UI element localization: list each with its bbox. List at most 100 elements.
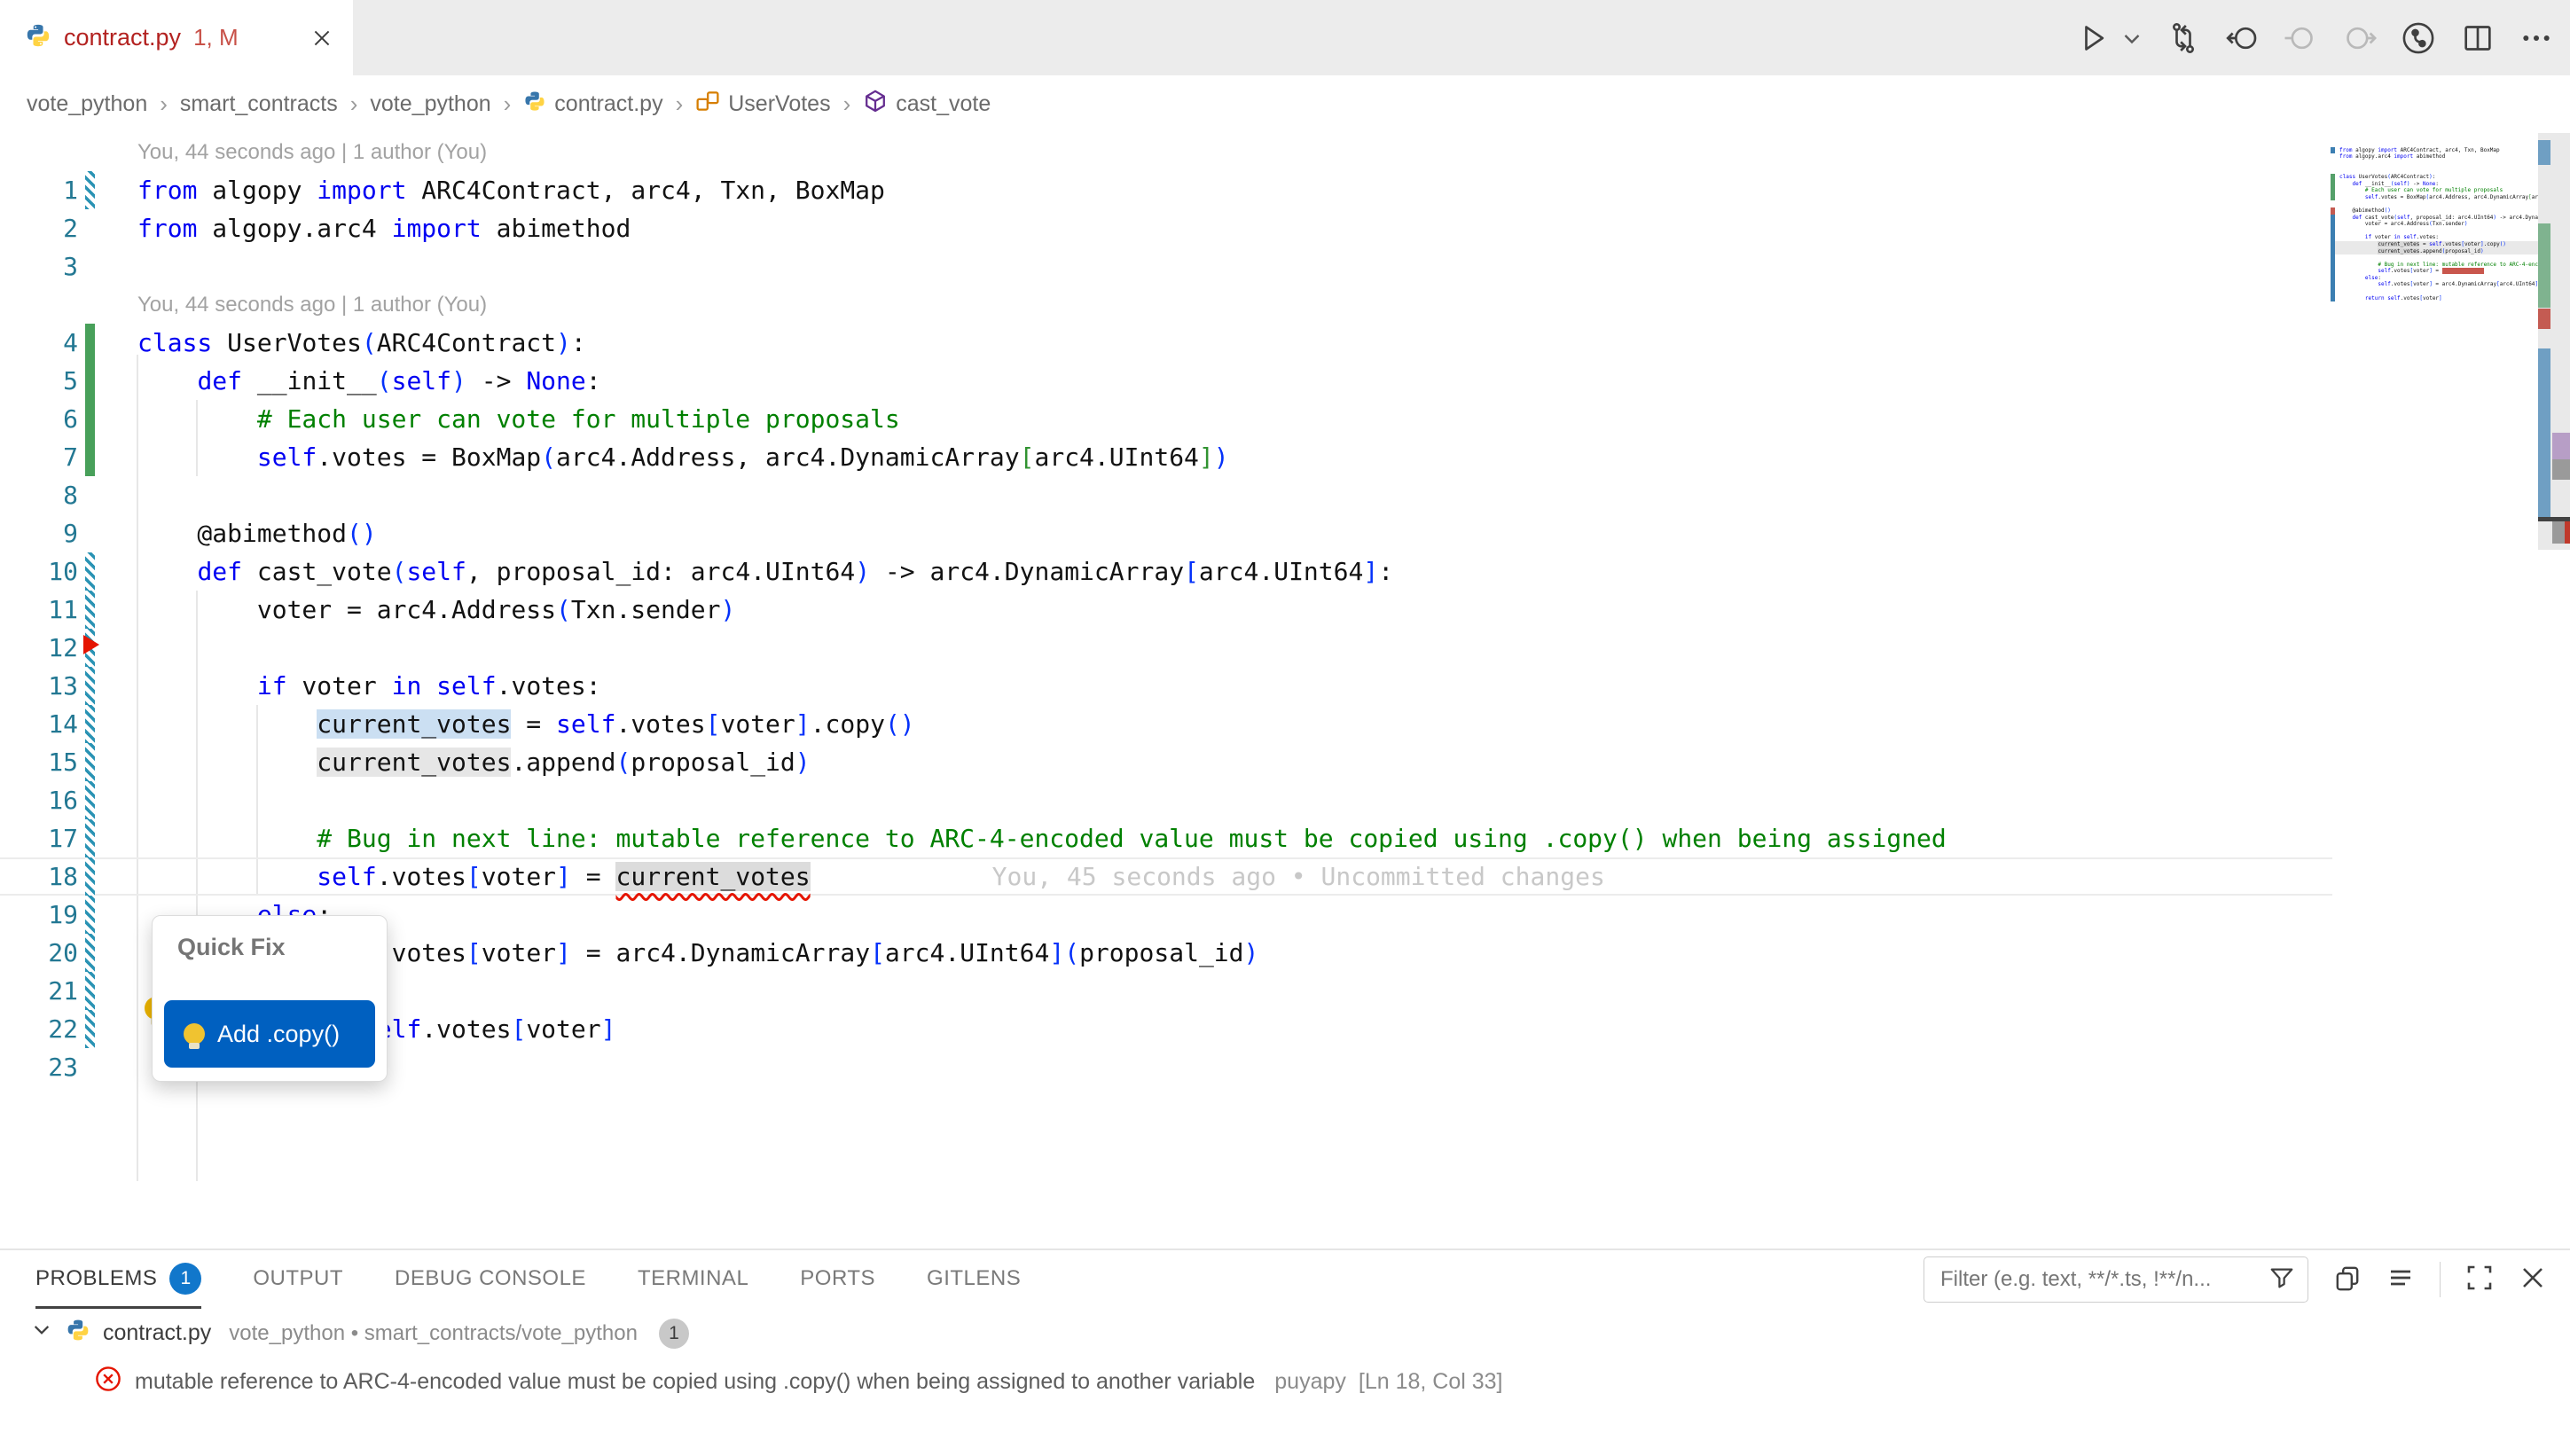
problems-filter-input[interactable]: Filter (e.g. text, **/*.ts, !**/n... <box>1924 1256 2308 1303</box>
line-number[interactable]: 18 <box>0 857 78 896</box>
line-number[interactable]: 17 <box>0 819 78 857</box>
line-number[interactable]: 21 <box>0 972 78 1010</box>
view-as-table-icon[interactable] <box>2333 1264 2362 1296</box>
code-line[interactable]: 17 # Bug in next line: mutable reference… <box>0 819 2332 857</box>
code-line[interactable]: def cast_vote(self, proposal_id: arc4.UI… <box>2331 215 2538 222</box>
code-line[interactable]: 12 <box>0 629 2332 667</box>
code-line[interactable]: 7 self.votes = BoxMap(arc4.Address, arc4… <box>0 438 2332 476</box>
line-number[interactable]: 6 <box>0 400 78 438</box>
line-number[interactable]: 23 <box>0 1048 78 1086</box>
minimap[interactable]: from algopy import ARC4Contract, arc4, T… <box>2331 140 2538 310</box>
line-number[interactable]: 13 <box>0 667 78 705</box>
code-line[interactable]: 3 <box>0 247 2332 286</box>
breadcrumb-folder[interactable]: vote_python <box>27 91 147 117</box>
code-line[interactable]: def __init__(self) -> None: <box>2331 181 2538 188</box>
code-line[interactable]: self.votes[voter] = current_votes <box>2331 268 2538 275</box>
maximize-panel-icon[interactable] <box>2465 1264 2494 1296</box>
code-line[interactable] <box>2331 160 2538 168</box>
code-line[interactable]: if voter in self.votes: <box>2331 234 2538 241</box>
tab-output[interactable]: OUTPUT <box>253 1250 343 1309</box>
code-line[interactable] <box>2331 200 2538 207</box>
code-line[interactable]: current_votes.append(proposal_id) <box>2331 248 2538 255</box>
code-line[interactable] <box>2331 254 2538 262</box>
compare-changes-icon[interactable] <box>2166 20 2201 56</box>
code-line[interactable]: 2from algopy.arc4 import abimethod <box>0 209 2332 247</box>
code-line[interactable]: 15 current_votes.append(proposal_id) <box>0 743 2332 781</box>
code-line[interactable]: 10 def cast_vote(self, proposal_id: arc4… <box>0 552 2332 591</box>
code-line[interactable]: current_votes = self.votes[voter].copy() <box>2331 241 2538 248</box>
breadcrumb-file[interactable]: contract.py <box>523 90 662 119</box>
quick-fix-action-add-copy[interactable]: Add .copy() <box>164 1000 375 1068</box>
next-change-icon[interactable] <box>2341 20 2377 56</box>
funnel-icon[interactable] <box>2268 1264 2295 1296</box>
line-number[interactable]: 4 <box>0 324 78 362</box>
code-line[interactable]: return self.votes[voter] <box>2331 295 2538 302</box>
code-line[interactable]: class UserVotes(ARC4Contract): <box>2331 174 2538 181</box>
code-line[interactable]: 18 self.votes[voter] = current_votesYou,… <box>0 857 2332 896</box>
line-number[interactable]: 5 <box>0 362 78 400</box>
code-line[interactable] <box>2331 288 2538 295</box>
tab-debug-console[interactable]: DEBUG CONSOLE <box>395 1250 586 1309</box>
code-editor[interactable]: You, 44 seconds ago | 1 author (You)1fro… <box>0 133 2570 1249</box>
code-line[interactable]: 13 if voter in self.votes: <box>0 667 2332 705</box>
code-line[interactable]: 4class UserVotes(ARC4Contract): <box>0 324 2332 362</box>
close-tab-icon[interactable] <box>310 27 333 50</box>
code-line[interactable] <box>2331 301 2538 309</box>
line-number[interactable]: 20 <box>0 934 78 972</box>
tab-ports[interactable]: PORTS <box>800 1250 875 1309</box>
problems-error-row[interactable]: mutable reference to ARC-4-encoded value… <box>0 1358 2570 1406</box>
breadcrumb-method[interactable]: cast_vote <box>863 89 991 120</box>
line-number[interactable] <box>0 133 78 171</box>
line-number[interactable]: 19 <box>0 896 78 934</box>
code-line[interactable]: # Each user can vote for multiple propos… <box>2331 187 2538 194</box>
more-actions-icon[interactable] <box>2519 20 2554 56</box>
line-number[interactable]: 9 <box>0 514 78 552</box>
breadcrumb-class[interactable]: UserVotes <box>695 89 830 120</box>
line-number[interactable]: 7 <box>0 438 78 476</box>
view-as-list-icon[interactable] <box>2386 1264 2415 1296</box>
tab-contract-py[interactable]: contract.py 1, M <box>0 0 353 75</box>
code-line[interactable] <box>2331 228 2538 235</box>
code-line[interactable]: 14 current_votes = self.votes[voter].cop… <box>0 705 2332 743</box>
code-line[interactable]: voter = arc4.Address(Txn.sender) <box>2331 221 2538 228</box>
tab-gitlens[interactable]: GITLENS <box>927 1250 1021 1309</box>
code-line[interactable]: 11 voter = arc4.Address(Txn.sender) <box>0 591 2332 629</box>
code-line[interactable]: 1from algopy import ARC4Contract, arc4, … <box>0 171 2332 209</box>
split-editor-icon[interactable] <box>2460 20 2496 56</box>
tab-terminal[interactable]: TERMINAL <box>638 1250 748 1309</box>
line-number[interactable]: 15 <box>0 743 78 781</box>
code-line[interactable]: 16 <box>0 781 2332 819</box>
code-line[interactable]: from algopy import ARC4Contract, arc4, T… <box>2331 147 2538 154</box>
line-number[interactable]: 14 <box>0 705 78 743</box>
code-line[interactable]: from algopy.arc4 import abimethod <box>2331 153 2538 160</box>
run-dropdown-icon[interactable] <box>2121 27 2143 49</box>
line-number[interactable]: 16 <box>0 781 78 819</box>
code-line[interactable]: else: <box>2331 275 2538 282</box>
chevron-down-icon[interactable] <box>30 1319 53 1348</box>
code-line[interactable]: 9 @abimethod() <box>0 514 2332 552</box>
breadcrumb-folder[interactable]: smart_contracts <box>180 91 338 117</box>
code-line[interactable]: 8 <box>0 476 2332 514</box>
line-number[interactable]: 3 <box>0 247 78 286</box>
previous-change-icon[interactable] <box>2283 20 2318 56</box>
open-changes-with-previous-icon[interactable] <box>2224 20 2260 56</box>
line-number[interactable]: 22 <box>0 1010 78 1048</box>
code-line[interactable]: self.votes[voter] = arc4.DynamicArray[ar… <box>2331 281 2538 288</box>
code-line[interactable]: 5 def __init__(self) -> None: <box>0 362 2332 400</box>
problems-file-row[interactable]: contract.py vote_python • smart_contract… <box>0 1309 2570 1358</box>
line-number[interactable]: 8 <box>0 476 78 514</box>
line-number[interactable]: 10 <box>0 552 78 591</box>
breadcrumb-folder[interactable]: vote_python <box>370 91 490 117</box>
overview-ruler-scrollbar[interactable] <box>2538 133 2570 550</box>
line-number[interactable]: 12 <box>0 629 78 667</box>
line-number[interactable] <box>0 286 78 324</box>
close-panel-icon[interactable] <box>2519 1264 2547 1296</box>
code-line[interactable]: self.votes = BoxMap(arc4.Address, arc4.D… <box>2331 194 2538 201</box>
git-deleted-lines-marker[interactable] <box>83 635 99 654</box>
line-number[interactable]: 1 <box>0 171 78 209</box>
commit-graph-icon[interactable] <box>2400 20 2437 57</box>
code-line[interactable]: # Bug in next line: mutable reference to… <box>2331 262 2538 269</box>
line-number[interactable]: 11 <box>0 591 78 629</box>
code-line[interactable]: @abimethod() <box>2331 207 2538 215</box>
run-python-file-icon[interactable] <box>2075 20 2111 56</box>
